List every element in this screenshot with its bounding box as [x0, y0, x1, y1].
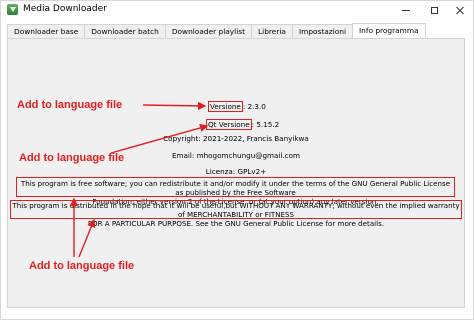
qt-version-label: Qt Versione: [206, 119, 252, 130]
annotation-label-2: Add to language file: [19, 152, 125, 164]
free-software-line-1: This program is free software; you can r…: [20, 179, 451, 197]
warranty-line-1: This program is distributed in the hope …: [12, 201, 460, 219]
close-icon[interactable]: [447, 1, 473, 19]
version-label: Versione: [208, 101, 243, 112]
warranty-notice: This program is distributed in the hope …: [10, 200, 462, 228]
minimize-icon[interactable]: [393, 1, 419, 19]
version-row: Versione: 2.3.0: [208, 101, 266, 112]
version-value: : 2.3.0: [242, 102, 266, 111]
tab-info-programma[interactable]: Info programma: [352, 23, 426, 38]
tab-libreria[interactable]: Libreria: [251, 24, 293, 38]
free-software-notice: This program is free software; you can r…: [16, 177, 455, 206]
qt-version-value: : 5.15.2: [251, 120, 280, 129]
tab-downloader-playlist[interactable]: Downloader playlist: [164, 24, 253, 38]
window-title: Media Downloader: [23, 4, 107, 14]
tab-bar: Downloader base Downloader batch Downloa…: [7, 23, 426, 38]
download-app-icon: [7, 4, 18, 15]
qt-version-row: Qt Versione: 5.15.2: [206, 119, 280, 130]
annotation-label-1: Add to language file: [17, 99, 123, 111]
title-bar[interactable]: Media Downloader: [1, 1, 473, 19]
tab-impostazioni[interactable]: Impostazioni: [291, 24, 353, 38]
maximize-icon[interactable]: [421, 1, 447, 19]
app-window: Media Downloader Downloader base Downloa…: [0, 0, 474, 320]
annotation-label-3: Add to language file: [29, 260, 135, 272]
tab-downloader-batch[interactable]: Downloader batch: [84, 24, 166, 38]
warranty-line-2: FOR A PARTICULAR PURPOSE. See the GNU Ge…: [87, 219, 385, 228]
tab-downloader-base[interactable]: Downloader base: [7, 24, 86, 38]
license-text: Licenza: GPLv2+: [205, 167, 267, 176]
copyright-text: Copyright: 2021-2022, Francis Banyikwa: [163, 134, 309, 143]
